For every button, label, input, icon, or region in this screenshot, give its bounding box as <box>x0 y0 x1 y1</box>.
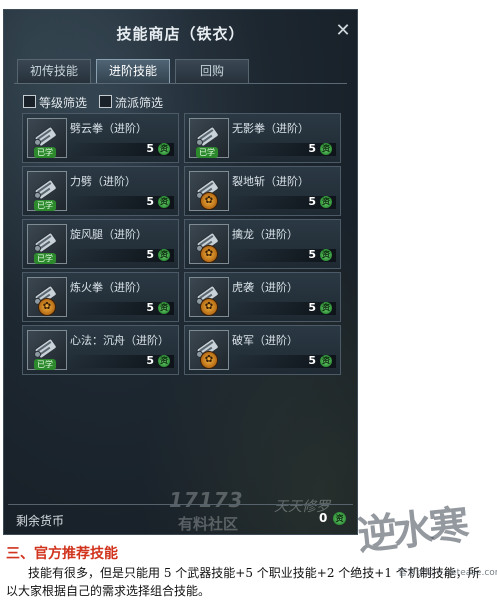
learned-badge: 已学 <box>34 200 56 211</box>
skill-name: 裂地斩（进阶） <box>232 175 309 188</box>
skill-card[interactable]: 已学 心法：沉舟（进阶） 5 资 <box>22 325 179 375</box>
scroll-learned-icon: 已学 <box>27 224 67 264</box>
skill-cost: 5 <box>146 354 154 367</box>
skill-cost: 5 <box>146 301 154 314</box>
skill-card[interactable]: ✿ 破军（进阶） 5 资 <box>184 325 341 375</box>
skill-name: 心法：沉舟（进阶） <box>70 334 169 347</box>
scroll-locked-icon: ✿ <box>27 277 67 317</box>
lock-medal-icon: ✿ <box>200 298 218 316</box>
currency-coin-icon: 资 <box>320 196 332 208</box>
learned-badge: 已学 <box>196 147 218 158</box>
currency-coin-icon: 资 <box>320 302 332 314</box>
scroll-learned-icon: 已学 <box>27 171 67 211</box>
forum-link-text: 官方论坛 n.netease.com <box>398 568 497 578</box>
lock-medal-icon: ✿ <box>38 298 56 316</box>
level-filter[interactable]: 等级筛选 <box>23 93 103 111</box>
lock-medal-icon: ✿ <box>200 351 218 369</box>
skill-cost-bar: 5资 <box>232 354 336 368</box>
section-heading: 三、官方推荐技能 <box>6 546 118 562</box>
skill-shop-window: 技能商店（铁衣） ✕ 初传技能 进阶技能 回购 等级筛选 流派筛选 已学 劈云拳（… <box>3 9 358 535</box>
skill-cost-bar: 5资 <box>70 354 174 368</box>
close-icon[interactable]: ✕ <box>334 22 352 40</box>
skill-cost-bar: 5资 <box>232 195 336 209</box>
skill-cost-bar: 5资 <box>232 248 336 262</box>
skill-name: 炼火拳（进阶） <box>70 281 147 294</box>
scroll-learned-icon: 已学 <box>189 118 229 158</box>
scroll-learned-icon: 已学 <box>27 118 67 158</box>
skill-cost-bar: 5资 <box>232 301 336 315</box>
currency-coin-icon: 资 <box>158 355 170 367</box>
currency-coin-icon: 资 <box>320 143 332 155</box>
skill-cost: 5 <box>308 248 316 261</box>
scroll-locked-icon: ✿ <box>189 224 229 264</box>
tab-divider <box>14 83 347 84</box>
scroll-locked-icon: ✿ <box>189 277 229 317</box>
tab-buyback[interactable]: 回购 <box>175 59 249 84</box>
lock-medal-icon: ✿ <box>200 192 218 210</box>
skill-cost: 5 <box>308 354 316 367</box>
currency-coin-icon: 资 <box>158 196 170 208</box>
window-title: 技能商店（铁衣） <box>116 25 245 43</box>
skill-name: 无影拳（进阶） <box>232 122 309 135</box>
learned-badge: 已学 <box>34 359 56 370</box>
school-filter-label: 流派筛选 <box>115 96 164 110</box>
skill-card[interactable]: ✿ 裂地斩（进阶） 5 资 <box>184 166 341 216</box>
level-filter-checkbox[interactable] <box>23 95 36 108</box>
skill-name: 擒龙（进阶） <box>232 228 298 241</box>
level-filter-label: 等级筛选 <box>39 96 88 110</box>
site-watermark: 17173 <box>169 488 244 512</box>
learned-badge: 已学 <box>34 253 56 264</box>
game-logo: 逆水寒 官方论坛 n.netease.com <box>355 498 497 598</box>
skill-cost: 5 <box>146 195 154 208</box>
skill-name: 破军（进阶） <box>232 334 298 347</box>
skill-card[interactable]: 已学 力劈（进阶） 5 资 <box>22 166 179 216</box>
tab-advanced-skills[interactable]: 进阶技能 <box>96 59 170 84</box>
skill-cost: 5 <box>308 301 316 314</box>
currency-coin-icon: 资 <box>158 249 170 261</box>
skill-cost: 5 <box>308 195 316 208</box>
skill-cost: 5 <box>308 142 316 155</box>
skill-cost-bar: 5资 <box>70 142 174 156</box>
scroll-learned-icon: 已学 <box>27 330 67 370</box>
skill-name: 力劈（进阶） <box>70 175 136 188</box>
skill-card[interactable]: 已学 劈云拳（进阶） 5 资 <box>22 113 179 163</box>
skill-name: 虎袭（进阶） <box>232 281 298 294</box>
skill-card[interactable]: 已学 旋风腿（进阶） 5 资 <box>22 219 179 269</box>
skill-cost-bar: 5资 <box>70 195 174 209</box>
skill-name: 劈云拳（进阶） <box>70 122 147 135</box>
scroll-locked-icon: ✿ <box>189 171 229 211</box>
skill-card[interactable]: ✿ 擒龙（进阶） 5 资 <box>184 219 341 269</box>
skill-card[interactable]: ✿ 炼火拳（进阶） 5 资 <box>22 272 179 322</box>
game-logo-text: 逆水寒 <box>355 501 468 560</box>
skill-cost-bar: 5资 <box>70 248 174 262</box>
skill-card[interactable]: ✿ 虎袭（进阶） 5 资 <box>184 272 341 322</box>
school-filter-checkbox[interactable] <box>99 95 112 108</box>
tab-basic-skills[interactable]: 初传技能 <box>17 59 91 84</box>
school-filter[interactable]: 流派筛选 <box>99 93 179 111</box>
skill-cost-bar: 5资 <box>232 142 336 156</box>
currency-coin-icon: 资 <box>158 302 170 314</box>
skill-name: 旋风腿（进阶） <box>70 228 147 241</box>
scroll-locked-icon: ✿ <box>189 330 229 370</box>
window-titlebar: 技能商店（铁衣） ✕ <box>4 10 357 54</box>
slogan-watermark: 有料社区 <box>178 515 239 533</box>
currency-coin-icon: 资 <box>158 143 170 155</box>
learned-badge: 已学 <box>34 147 56 158</box>
footer-divider <box>8 504 353 505</box>
currency-coin-icon: 资 <box>333 512 346 525</box>
remaining-currency-label: 剩余货币 <box>16 514 65 528</box>
remaining-currency-value: 0 <box>319 511 328 525</box>
currency-coin-icon: 资 <box>320 355 332 367</box>
skill-cost-bar: 5资 <box>70 301 174 315</box>
skill-cost: 5 <box>146 142 154 155</box>
lock-medal-icon: ✿ <box>200 245 218 263</box>
currency-coin-icon: 资 <box>320 249 332 261</box>
skill-cost: 5 <box>146 248 154 261</box>
skill-card[interactable]: 已学 无影拳（进阶） 5 资 <box>184 113 341 163</box>
